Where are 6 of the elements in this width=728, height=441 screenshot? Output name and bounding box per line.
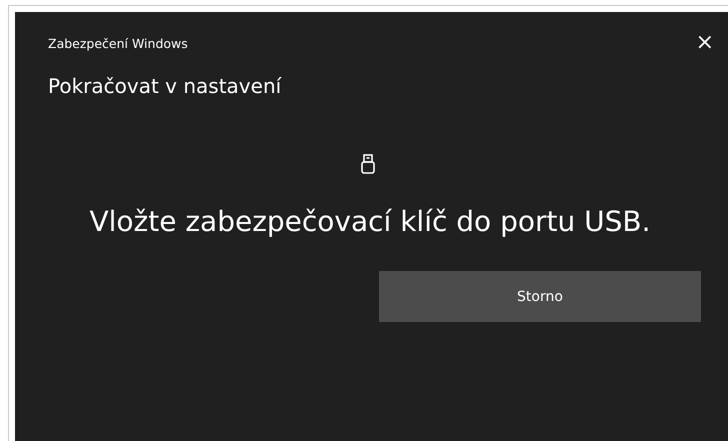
usb-stick-icon <box>361 154 375 174</box>
close-button[interactable]: × <box>696 32 714 54</box>
cancel-button[interactable]: Storno <box>379 271 701 322</box>
dialog-heading: Pokračovat v nastavení <box>48 74 282 98</box>
window-title: Zabezpečení Windows <box>48 36 188 50</box>
instruction-text: Vložte zabezpečovací klíč do portu USB. <box>88 204 652 240</box>
